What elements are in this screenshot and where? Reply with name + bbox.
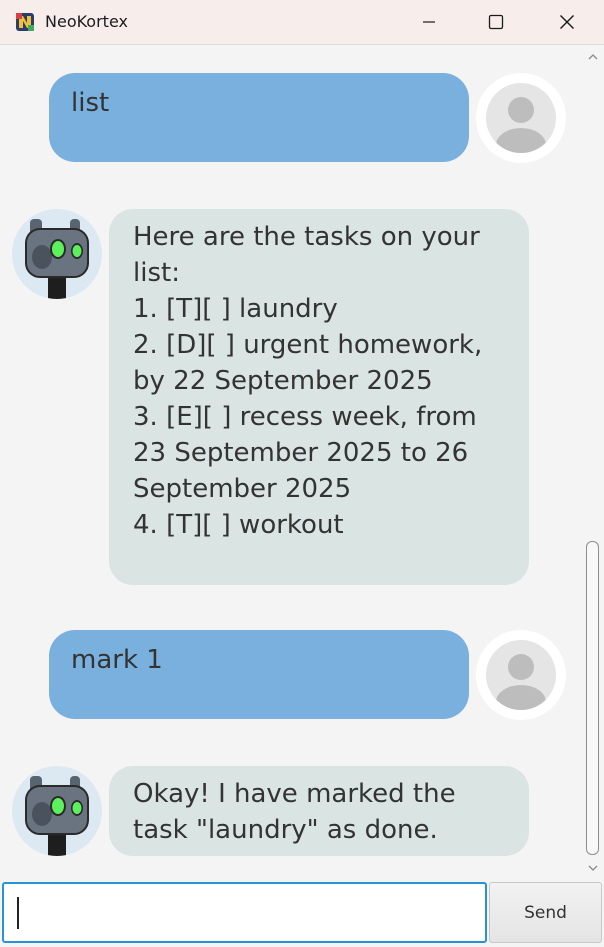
close-icon [560,15,574,29]
minimize-button[interactable] [406,0,452,44]
close-button[interactable] [544,0,590,44]
message-input[interactable] [2,882,487,943]
scrollbar-thumb[interactable] [586,541,599,855]
send-button[interactable]: Send [489,882,602,943]
robot-avatar-icon [12,766,102,856]
maximize-icon [488,14,504,30]
robot-avatar-icon [12,209,102,299]
user-message-bubble: list [49,73,469,162]
user-message-bubble: mark 1 [49,630,469,719]
chat-scroll-pane[interactable]: list Here are the tasks on your list: 1.… [0,45,582,880]
input-row: Send [0,880,604,947]
scroll-down-arrow-icon[interactable] [587,862,599,874]
vertical-scrollbar[interactable] [582,45,604,880]
bot-message-bubble: Okay! I have marked the task "laundry" a… [109,766,529,856]
maximize-button[interactable] [473,0,519,44]
user-avatar-icon [476,630,566,720]
title-bar[interactable]: NeoKortex [0,0,604,45]
bot-message-bubble: Here are the tasks on your list: 1. [T][… [109,209,529,585]
text-caret [17,897,19,929]
app-window: NeoKortex list Here are the tasks on you… [0,0,604,947]
window-title: NeoKortex [45,12,128,31]
neokortex-app-icon [14,11,36,33]
scroll-up-arrow-icon[interactable] [587,51,599,63]
user-avatar-icon [476,73,566,163]
minimize-icon [423,21,435,23]
